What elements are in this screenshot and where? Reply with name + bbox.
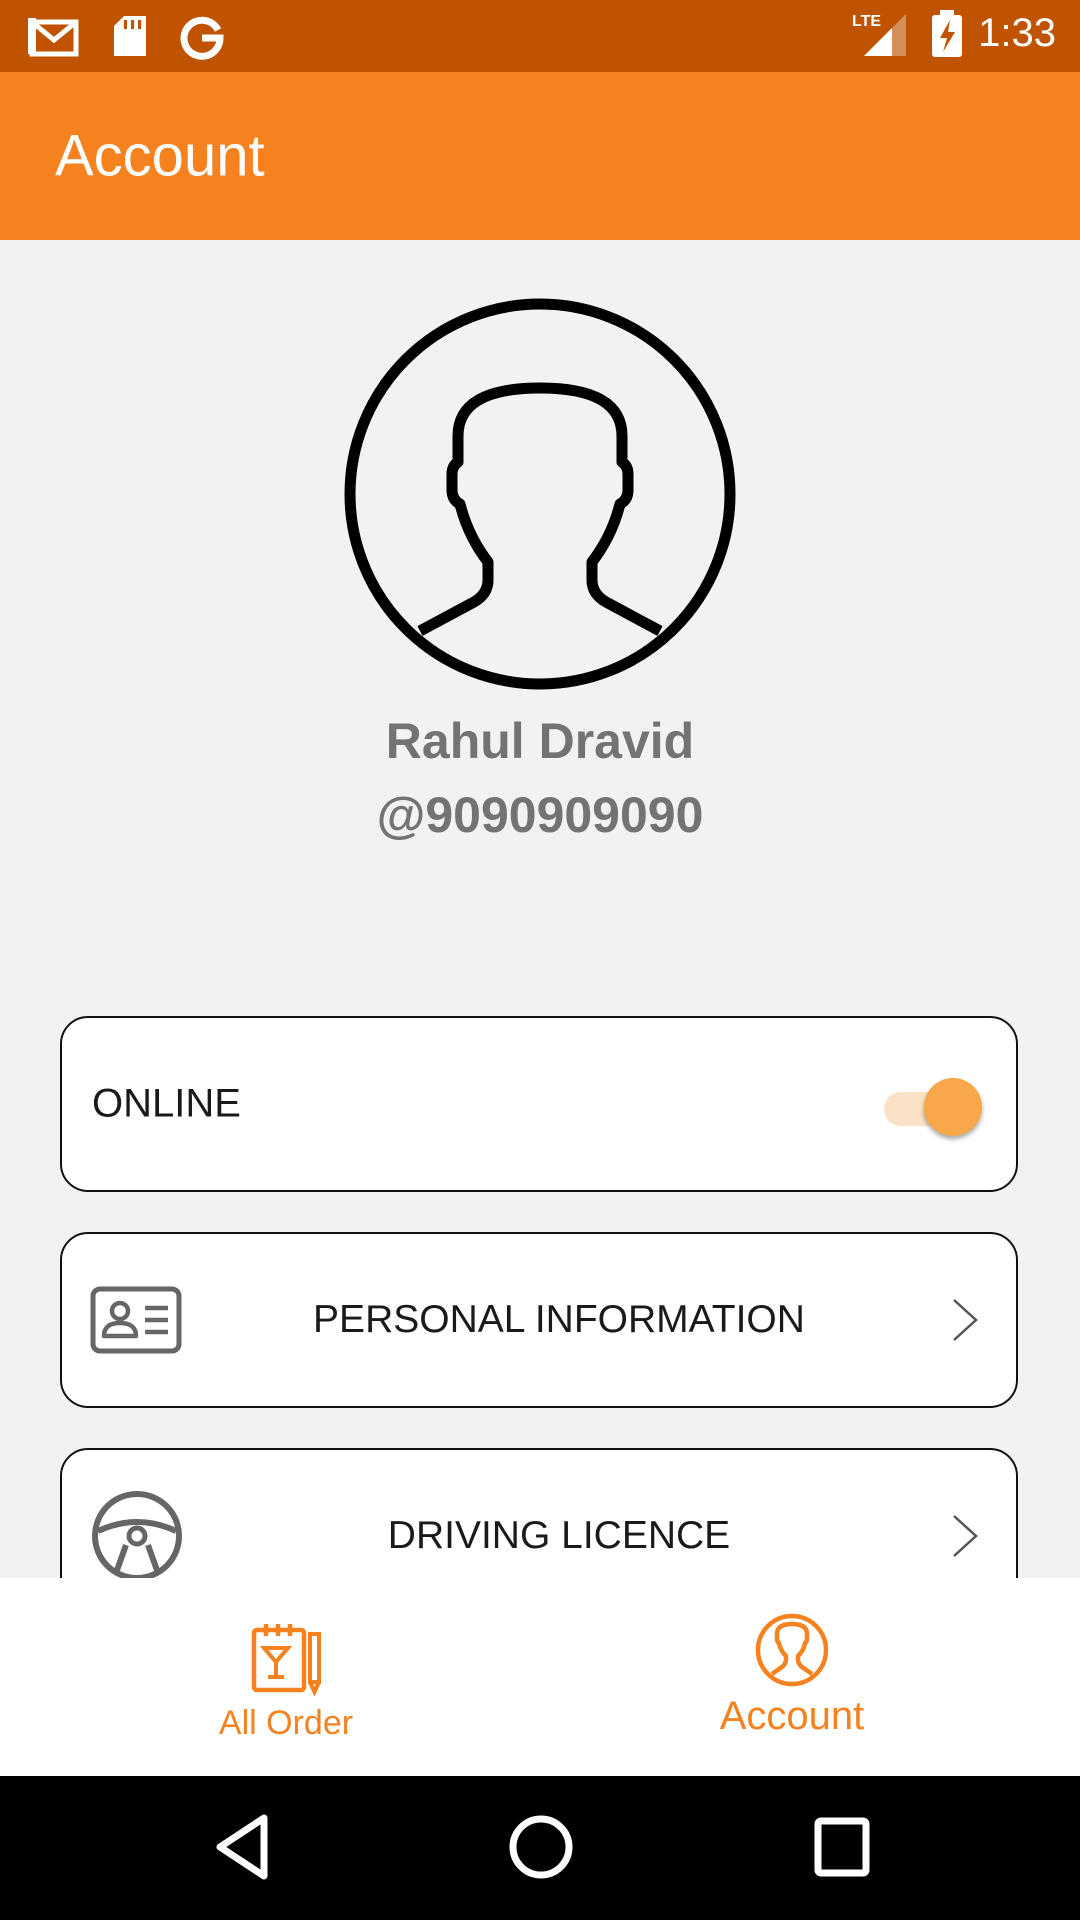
home-icon[interactable] xyxy=(506,1812,576,1882)
personal-information-button[interactable]: PERSONAL INFORMATION xyxy=(60,1232,1018,1408)
avatar xyxy=(344,298,736,690)
battery-charging-icon xyxy=(932,10,963,57)
nav-all-order[interactable]: All Order xyxy=(186,1578,386,1776)
chevron-right-icon xyxy=(953,1299,978,1341)
driving-licence-label: DRIVING LICENCE xyxy=(387,1514,731,1557)
status-right-icons: LTE 1:33 xyxy=(852,8,1056,58)
svg-text:LTE: LTE xyxy=(852,13,881,30)
page-title: Account xyxy=(55,123,265,189)
nav-account-label: Account xyxy=(719,1694,865,1738)
status-time: 1:33 xyxy=(978,10,1056,55)
personal-information-label: PERSONAL INFORMATION xyxy=(313,1298,805,1341)
back-icon[interactable] xyxy=(210,1812,274,1882)
bottom-nav: All Order Account xyxy=(0,1578,1080,1776)
system-nav-bar xyxy=(0,1776,1080,1920)
nav-all-order-label: All Order xyxy=(218,1704,354,1742)
profile-phone: @9090909090 xyxy=(376,787,704,843)
order-list-icon xyxy=(251,1624,321,1696)
gmail-icon xyxy=(28,18,79,57)
profile-name: Rahul Dravid xyxy=(385,713,695,769)
app-bar: Account xyxy=(0,72,1080,240)
google-icon xyxy=(180,16,224,60)
toggle-thumb xyxy=(924,1078,982,1136)
account-icon xyxy=(755,1613,829,1687)
nav-account[interactable]: Account xyxy=(692,1578,892,1776)
online-toggle[interactable] xyxy=(884,1076,984,1136)
status-left-icons xyxy=(28,12,226,60)
lte-signal-icon: LTE xyxy=(852,13,907,56)
status-bar: LTE 1:33 xyxy=(0,0,1080,72)
online-card: ONLINE xyxy=(60,1016,1018,1192)
sd-card-icon xyxy=(114,16,146,56)
recents-icon[interactable] xyxy=(810,1812,874,1882)
online-label: ONLINE xyxy=(92,1081,241,1126)
chevron-right-icon xyxy=(953,1515,978,1557)
